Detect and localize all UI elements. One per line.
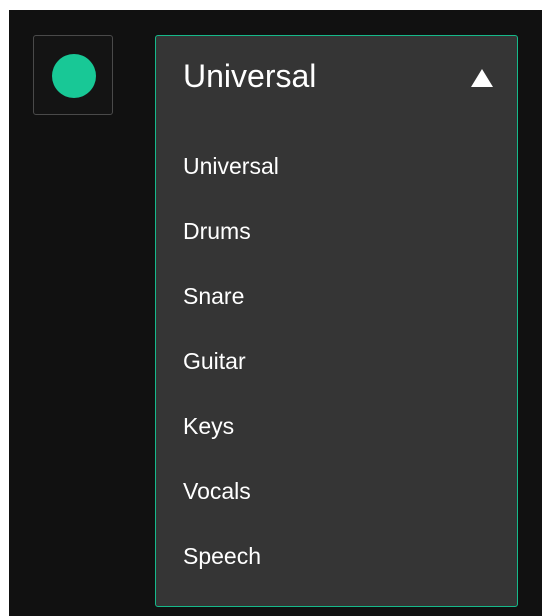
power-toggle-button[interactable] xyxy=(33,35,113,115)
option-snare[interactable]: Snare xyxy=(156,264,517,329)
triangle-up-icon xyxy=(471,69,493,87)
screen: Universal Universal Drums Snare Guitar K… xyxy=(0,0,542,616)
circle-indicator-icon xyxy=(52,54,96,98)
mode-dropdown-header[interactable]: Universal xyxy=(156,36,517,118)
option-keys[interactable]: Keys xyxy=(156,394,517,459)
selected-mode-label: Universal xyxy=(183,58,317,94)
option-drums[interactable]: Drums xyxy=(156,199,517,264)
mode-options-list: Universal Drums Snare Guitar Keys Vocals… xyxy=(156,134,517,589)
option-guitar[interactable]: Guitar xyxy=(156,329,517,394)
option-speech[interactable]: Speech xyxy=(156,524,517,589)
option-vocals[interactable]: Vocals xyxy=(156,459,517,524)
option-universal[interactable]: Universal xyxy=(156,134,517,199)
mode-dropdown: Universal Universal Drums Snare Guitar K… xyxy=(155,35,518,607)
